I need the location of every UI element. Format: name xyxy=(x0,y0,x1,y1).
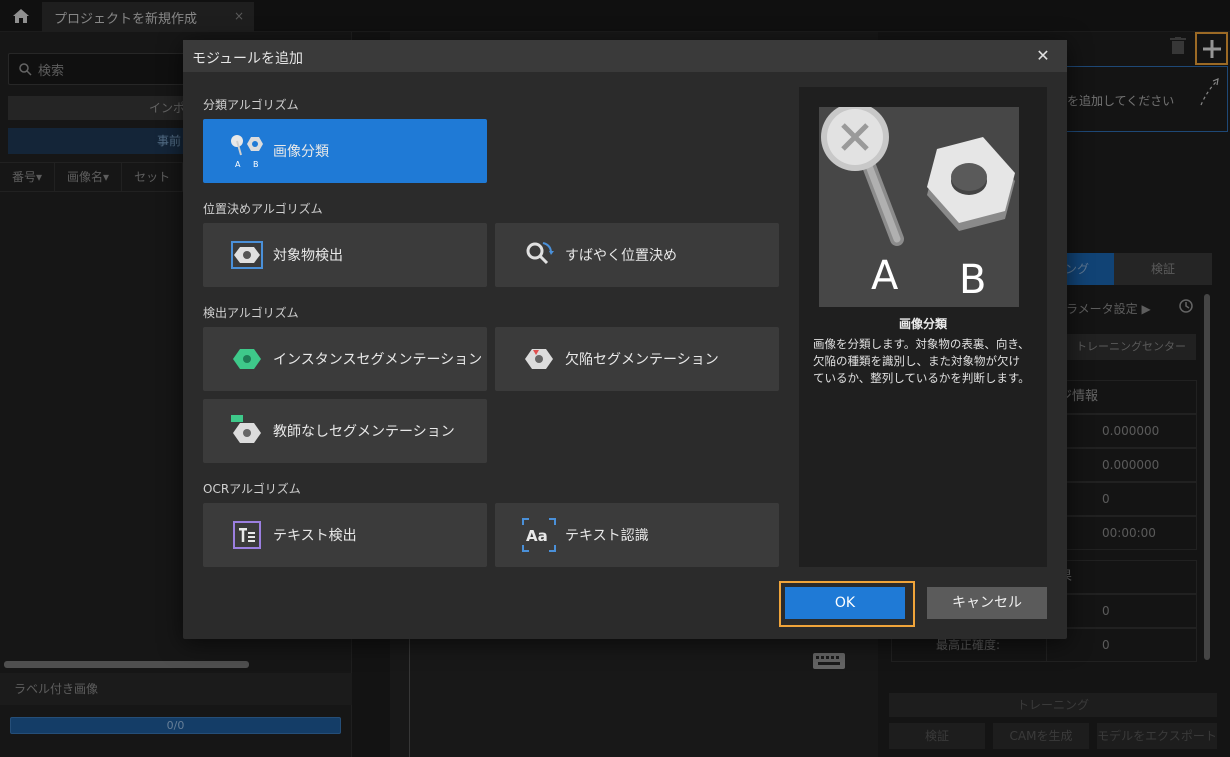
ok-button-highlight: OK xyxy=(779,581,915,627)
module-label: 欠陥セグメンテーション xyxy=(565,352,719,368)
module-text-detection[interactable]: テキスト検出 xyxy=(203,503,487,567)
module-label: 画像分類 xyxy=(273,144,329,160)
svg-text:B: B xyxy=(253,160,259,169)
section-title-detection: 検出アルゴリズム xyxy=(203,306,299,320)
module-instance-segmentation[interactable]: インスタンスセグメンテーション xyxy=(203,327,487,391)
module-object-detection[interactable]: 対象物検出 xyxy=(203,223,487,287)
module-defect-segmentation[interactable]: 欠陥セグメンテーション xyxy=(495,327,779,391)
module-image-classification[interactable]: A B 画像分類 xyxy=(203,119,487,183)
module-label: すばやく位置決め xyxy=(565,248,677,264)
object-detection-icon xyxy=(229,237,265,273)
preview-label-b: B xyxy=(959,257,986,303)
module-label: テキスト認識 xyxy=(565,528,649,544)
svg-text:A: A xyxy=(235,160,241,169)
section-title-positioning: 位置決めアルゴリズム xyxy=(203,202,323,216)
ok-button[interactable]: OK xyxy=(785,587,905,619)
defect-seg-icon xyxy=(521,341,557,377)
text-detection-icon xyxy=(229,517,265,553)
module-label: 教師なしセグメンテーション xyxy=(273,424,455,440)
section-title-ocr: OCRアルゴリズム xyxy=(203,482,301,496)
preview-description: 画像を分類します。対象物の表裏、向き、欠陥の種類を識別し、また対象物が欠けている… xyxy=(813,337,1030,385)
text-recognition-icon: Aa xyxy=(521,517,557,553)
dialog-title: モジュールを追加 xyxy=(192,51,304,67)
fast-positioning-icon xyxy=(521,237,557,273)
module-label: 対象物検出 xyxy=(273,248,343,264)
module-label: インスタンスセグメンテーション xyxy=(273,352,483,368)
svg-text:Aa: Aa xyxy=(526,527,548,545)
instance-seg-icon xyxy=(229,341,265,377)
module-text-recognition[interactable]: Aa テキスト認識 xyxy=(495,503,779,567)
classification-icon: A B xyxy=(229,133,265,169)
dialog-header xyxy=(183,40,1067,72)
close-icon[interactable]: ✕ xyxy=(1033,46,1053,66)
module-unsupervised-segmentation[interactable]: 教師なしセグメンテーション xyxy=(203,399,487,463)
preview-label-a: A xyxy=(871,253,899,299)
preview-title: 画像分類 xyxy=(898,317,947,331)
unsupervised-seg-icon xyxy=(229,413,265,449)
add-module-dialog: モジュールを追加 ✕ 分類アルゴリズム A B 画像分類 位置決めアルゴリズム xyxy=(183,40,1067,639)
module-preview: A B 画像分類 画像を分類します。対象物の表裏、向き、欠陥の種類を識別し、また… xyxy=(799,87,1047,567)
preview-image: A B xyxy=(819,103,1019,307)
module-fast-positioning[interactable]: すばやく位置決め xyxy=(495,223,779,287)
cancel-button[interactable]: キャンセル xyxy=(927,587,1047,619)
section-title-classification: 分類アルゴリズム xyxy=(203,98,299,112)
module-label: テキスト検出 xyxy=(273,528,357,544)
